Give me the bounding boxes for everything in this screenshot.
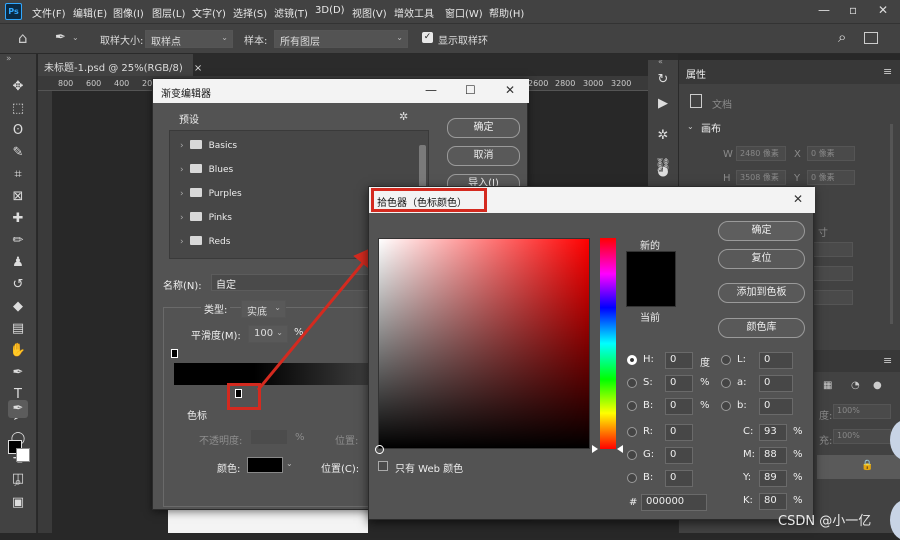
blue-label: B: [643,472,654,483]
blue-radio[interactable] [627,473,637,483]
hue-slider[interactable] [600,238,616,449]
hue-radio[interactable] [627,355,637,365]
black-input[interactable]: 80 [759,493,787,510]
hue-input[interactable]: 0 [665,352,693,369]
magenta-label: M: [743,449,755,460]
hue-label: H: [643,354,654,365]
hue-unit: 度 [700,358,710,369]
hue-slider-handle[interactable] [592,445,598,453]
green-radio[interactable] [627,450,637,460]
watermark: CSDN @小一亿 [778,514,872,529]
web-only-label: 只有 Web 颜色 [395,464,464,475]
b-channel-input[interactable]: 0 [759,398,793,415]
dialog-title: 拾色器（色标颜色） [377,198,467,209]
saturation-label: S: [643,377,653,388]
magenta-input[interactable]: 88 [759,447,787,464]
a-channel-radio[interactable] [721,378,731,388]
brightness-label: B: [643,400,654,411]
black-unit: % [793,495,803,506]
yellow-unit: % [793,472,803,483]
hex-input[interactable]: 000000 [641,494,707,511]
brightness-input[interactable]: 0 [665,398,693,415]
color-picker-dialog: 拾色器（色标颜色） ✕ 新的 当前 确定 复位 添加到色板 颜色库 H: 0 度… [368,186,815,520]
red-label: R: [643,426,654,437]
color-cursor[interactable] [375,445,384,454]
hue-slider-handle[interactable] [617,445,623,453]
hex-label: # [629,497,638,508]
cyan-unit: % [793,426,803,437]
new-color-label: 新的 [640,241,660,252]
brightness-radio[interactable] [627,401,637,411]
saturation-radio[interactable] [627,378,637,388]
red-radio[interactable] [627,427,637,437]
green-label: G: [643,449,655,460]
reset-button[interactable]: 复位 [718,249,805,269]
green-input[interactable]: 0 [665,447,693,464]
red-input[interactable]: 0 [665,424,693,441]
yellow-input[interactable]: 89 [759,470,787,487]
b-channel-radio[interactable] [721,401,731,411]
ok-button[interactable]: 确定 [718,221,805,241]
current-color-label: 当前 [640,313,660,324]
saturation-input[interactable]: 0 [665,375,693,392]
a-channel-input[interactable]: 0 [759,375,793,392]
cyan-label: C: [743,426,754,437]
lightness-radio[interactable] [721,355,731,365]
black-label: K: [743,495,753,506]
lightness-input[interactable]: 0 [759,352,793,369]
yellow-label: Y: [743,472,752,483]
saturation-unit: % [700,377,710,388]
new-color-swatch [626,251,676,307]
web-only-checkbox[interactable] [378,461,388,471]
blue-input[interactable]: 0 [665,470,693,487]
magenta-unit: % [793,449,803,460]
brightness-unit: % [700,400,710,411]
add-to-swatches-button[interactable]: 添加到色板 [718,283,805,303]
color-libraries-button[interactable]: 颜色库 [718,318,805,338]
a-channel-label: a: [737,377,747,388]
b-channel-label: b: [737,400,747,411]
lightness-label: L: [737,354,746,365]
cyan-input[interactable]: 93 [759,424,787,441]
saturation-brightness-field[interactable] [375,238,590,454]
color-picker-titlebar: 拾色器（色标颜色） ✕ [369,187,815,213]
close-icon[interactable]: ✕ [793,192,803,206]
